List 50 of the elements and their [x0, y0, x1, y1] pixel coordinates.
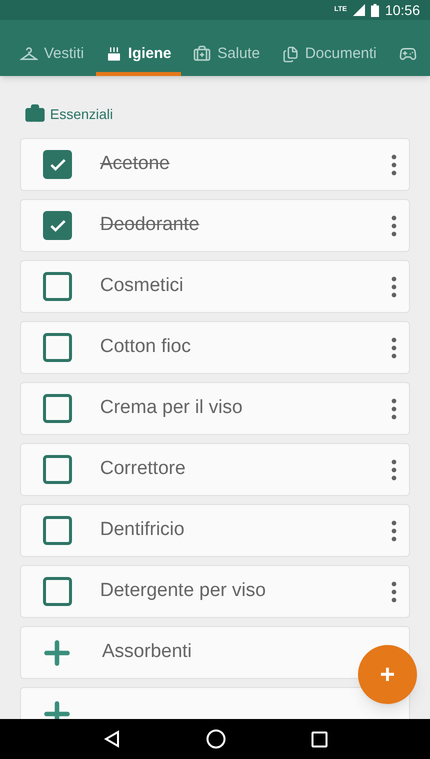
- category-tab[interactable]: Salute: [183, 36, 270, 76]
- item-label: Cotton fioc: [100, 335, 192, 360]
- item-label: Deodorante: [100, 213, 200, 238]
- list-item-card[interactable]: Acetone: [20, 138, 410, 191]
- clock: 10:56: [384, 0, 420, 20]
- list-item-card[interactable]: Detergente per viso: [20, 565, 410, 618]
- checkbox[interactable]: [43, 211, 72, 240]
- checkbox[interactable]: [43, 150, 72, 179]
- item-label: Acetone: [100, 152, 171, 176]
- recents-icon[interactable]: [310, 730, 328, 748]
- item-label: Crema per il viso: [100, 396, 244, 420]
- signal-icon: [352, 4, 365, 16]
- category-tab[interactable]: Igiene: [96, 36, 182, 76]
- item-label: Detergente per viso: [100, 579, 267, 604]
- item-label: Cosmetici: [100, 274, 184, 298]
- more-icon[interactable]: [391, 580, 397, 602]
- home-icon[interactable]: [206, 729, 226, 749]
- battery-icon: [370, 4, 379, 16]
- hanger-icon: [20, 46, 38, 62]
- more-icon[interactable]: [391, 276, 397, 298]
- category-tab[interactable]: Documenti: [272, 36, 387, 76]
- more-icon[interactable]: [391, 154, 397, 176]
- basket-icon: [106, 46, 122, 62]
- checkbox[interactable]: [43, 516, 72, 545]
- list-item-card[interactable]: Deodorante: [20, 199, 410, 252]
- list-item-card[interactable]: Cotton fioc: [20, 321, 410, 374]
- more-icon[interactable]: [391, 520, 397, 542]
- section-title: Essenziali: [50, 104, 114, 124]
- briefcase-icon: [24, 103, 46, 125]
- item-label: Dentifricio: [100, 518, 186, 542]
- more-icon[interactable]: [391, 458, 397, 480]
- gamepad-icon: [398, 45, 417, 63]
- category-tab[interactable]: Vestiti: [10, 36, 94, 76]
- list-item-card[interactable]: Correttore: [20, 443, 410, 496]
- item-label: Correttore: [100, 457, 187, 482]
- list-item-card[interactable]: Dentifricio: [20, 504, 410, 557]
- back-icon[interactable]: [102, 730, 120, 748]
- checkbox[interactable]: [43, 394, 72, 423]
- checkbox[interactable]: [43, 333, 72, 362]
- list-item-card[interactable]: Crema per il viso: [20, 382, 410, 435]
- checkbox[interactable]: [43, 577, 72, 606]
- checkbox[interactable]: [43, 455, 72, 484]
- more-icon[interactable]: [391, 398, 397, 420]
- more-icon[interactable]: [391, 336, 397, 358]
- more-icon[interactable]: [391, 214, 397, 236]
- medical-kit-icon: [193, 45, 212, 63]
- item-label: Assorbenti: [102, 640, 192, 664]
- list-item-card[interactable]: Cosmetici: [20, 260, 410, 313]
- checkbox[interactable]: [43, 272, 72, 301]
- documents-icon: [282, 46, 299, 62]
